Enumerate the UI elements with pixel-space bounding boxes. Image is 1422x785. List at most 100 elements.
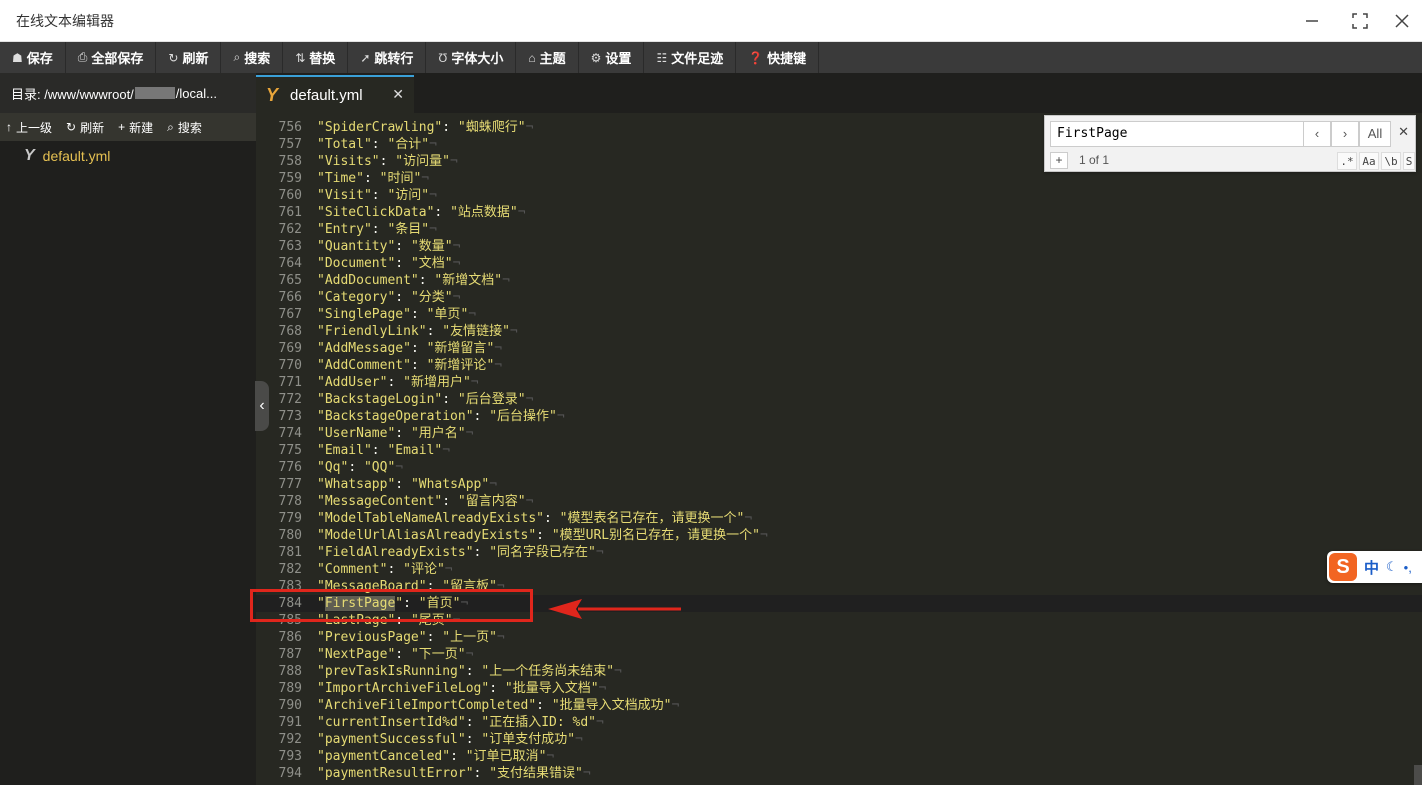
- code-line[interactable]: 781 "FieldAlreadyExists": "同名字段已存在"¬: [256, 544, 1422, 561]
- code-line[interactable]: 775 "Email": "Email"¬: [256, 442, 1422, 459]
- tab-close-icon[interactable]: ✕: [392, 86, 404, 103]
- search-close-icon[interactable]: ✕: [1398, 124, 1409, 140]
- code-line[interactable]: 773 "BackstageOperation": "后台操作"¬: [256, 408, 1422, 425]
- toolbar-button-0[interactable]: ☗ 保存: [0, 42, 66, 73]
- regex-toggle[interactable]: .*: [1337, 152, 1357, 170]
- toolbar-button-7[interactable]: ⌂ 主题: [516, 42, 579, 73]
- whole-word-toggle[interactable]: \b: [1381, 152, 1401, 170]
- code-editor[interactable]: 756 "SpiderCrawling": "蜘蛛爬行"¬ 757 "Total": …: [256, 113, 1422, 785]
- yaml-value: 订单已取消: [473, 749, 539, 764]
- search-icon: ⌕: [233, 50, 241, 64]
- toolbar-button-label: 搜索: [244, 51, 271, 66]
- line-number: 770: [278, 358, 302, 373]
- yaml-value: 模型表名已存在，请更换一个: [567, 511, 737, 526]
- line-code: "PreviousPage": "上一页"¬: [317, 630, 505, 645]
- code-line[interactable]: 794 "paymentResultError": "支付结果错误"¬: [256, 765, 1422, 782]
- toolbar-button-9[interactable]: ☷ 文件足迹: [644, 42, 737, 73]
- code-line[interactable]: 792 "paymentSuccessful": "订单支付成功"¬: [256, 731, 1422, 748]
- line-number: 762: [278, 222, 302, 237]
- toolbar-button-4[interactable]: ⇅ 替换: [283, 42, 349, 73]
- yaml-key: SpiderCrawling: [324, 120, 435, 135]
- code-line[interactable]: 769 "AddMessage": "新增留言"¬: [256, 340, 1422, 357]
- yaml-key: AddDocument: [324, 273, 411, 288]
- code-line[interactable]: 761 "SiteClickData": "站点数据"¬: [256, 204, 1422, 221]
- toggle-replace-button[interactable]: +: [1050, 152, 1068, 169]
- toolbar-button-3[interactable]: ⌕ 搜索: [221, 42, 284, 73]
- code-line[interactable]: 778 "MessageContent": "留言内容"¬: [256, 493, 1422, 510]
- code-line[interactable]: 770 "AddComment": "新增评论"¬: [256, 357, 1422, 374]
- code-line[interactable]: 767 "SinglePage": "单页"¬: [256, 306, 1422, 323]
- help-icon: ❓: [748, 50, 764, 65]
- find-next-button[interactable]: ›: [1331, 121, 1359, 147]
- toolbar-button-2[interactable]: ↻ 刷新: [156, 42, 222, 73]
- code-line[interactable]: 762 "Entry": "条目"¬: [256, 221, 1422, 238]
- ime-language: 中: [1364, 559, 1380, 577]
- search-input[interactable]: FirstPage: [1050, 121, 1304, 147]
- collapse-sidebar-icon[interactable]: ‹: [255, 381, 269, 431]
- toolbar-button-10[interactable]: ❓ 快捷键: [736, 42, 820, 73]
- case-sensitive-toggle[interactable]: Aa: [1359, 152, 1379, 170]
- toolbar-button-label: 保存: [26, 51, 53, 66]
- code-line[interactable]: 774 "UserName": "用户名"¬: [256, 425, 1422, 442]
- line-number: 790: [278, 698, 302, 713]
- minimize-icon[interactable]: [1298, 7, 1326, 35]
- line-code: "FieldAlreadyExists": "同名字段已存在"¬: [317, 545, 604, 560]
- tab-bar: Y default.yml ✕: [256, 73, 1422, 113]
- sidebar-action-0[interactable]: ↑ 上一级: [0, 119, 60, 136]
- yaml-key: Total: [324, 137, 364, 152]
- code-line[interactable]: 791 "currentInsertId%d": "正在插入ID: %d"¬: [256, 714, 1422, 731]
- code-line[interactable]: 787 "NextPage": "下一页"¬: [256, 646, 1422, 663]
- sidebar-action-1[interactable]: ↻ 刷新: [60, 119, 112, 136]
- code-line[interactable]: 789 "ImportArchiveFileLog": "批量导入文档"¬: [256, 680, 1422, 697]
- file-tree-item[interactable]: Y default.yml: [0, 141, 256, 171]
- code-line[interactable]: 786 "PreviousPage": "上一页"¬: [256, 629, 1422, 646]
- line-number: 760: [278, 188, 302, 203]
- code-line[interactable]: 772 "BackstageLogin": "后台登录"¬: [256, 391, 1422, 408]
- code-line[interactable]: 763 "Quantity": "数量"¬: [256, 238, 1422, 255]
- code-line[interactable]: 793 "paymentCanceled": "订单已取消"¬: [256, 748, 1422, 765]
- yaml-value: 正在插入ID: %d: [489, 715, 589, 730]
- line-code: "SpiderCrawling": "蜘蛛爬行"¬: [317, 120, 534, 135]
- yaml-file-icon: Y: [24, 147, 35, 164]
- code-line[interactable]: 780 "ModelUrlAliasAlreadyExists": "模型URL别…: [256, 527, 1422, 544]
- yaml-value: 访问量: [403, 154, 443, 169]
- find-previous-button[interactable]: ‹: [1303, 121, 1331, 147]
- up-icon: ↑: [6, 120, 12, 134]
- code-line[interactable]: 788 "prevTaskIsRunning": "上一个任务尚未结束"¬: [256, 663, 1422, 680]
- tab-default-yml[interactable]: Y default.yml ✕: [256, 75, 414, 113]
- ime-indicator[interactable]: S 中 ☾ •,: [1327, 551, 1422, 583]
- yaml-key: Time: [324, 171, 357, 186]
- code-line[interactable]: 764 "Document": "文档"¬: [256, 255, 1422, 272]
- line-number: 767: [278, 307, 302, 322]
- code-line[interactable]: 790 "ArchiveFileImportCompleted": "批量导入文档…: [256, 697, 1422, 714]
- code-line[interactable]: 768 "FriendlyLink": "友情链接"¬: [256, 323, 1422, 340]
- code-line[interactable]: 759 "Time": "时间"¬: [256, 170, 1422, 187]
- yaml-value: 批量导入文档: [512, 681, 591, 696]
- code-line[interactable]: 760 "Visit": "访问"¬: [256, 187, 1422, 204]
- code-line[interactable]: 779 "ModelTableNameAlreadyExists": "模型表名已…: [256, 510, 1422, 527]
- toolbar-button-8[interactable]: ⚙ 设置: [579, 42, 645, 73]
- code-line[interactable]: 771 "AddUser": "新增用户"¬: [256, 374, 1422, 391]
- line-code: "currentInsertId%d": "正在插入ID: %d"¬: [317, 715, 604, 730]
- line-number: 761: [278, 205, 302, 220]
- search-selection-toggle[interactable]: S: [1403, 152, 1415, 170]
- code-line[interactable]: 777 "Whatsapp": "WhatsApp"¬: [256, 476, 1422, 493]
- find-all-button[interactable]: All: [1359, 121, 1391, 147]
- yaml-value: 合计: [395, 137, 422, 152]
- maximize-icon[interactable]: [1346, 7, 1374, 35]
- toolbar-button-1[interactable]: ⎙ 全部保存: [66, 42, 157, 73]
- toolbar-button-6[interactable]: Ʊ 字体大小: [426, 42, 517, 73]
- code-line[interactable]: 766 "Category": "分类"¬: [256, 289, 1422, 306]
- sidebar-action-3[interactable]: ⌕ 搜索: [161, 119, 210, 136]
- close-icon[interactable]: [1388, 7, 1416, 35]
- sidebar-action-2[interactable]: + 新建: [112, 119, 161, 136]
- code-line[interactable]: 776 "Qq": "QQ"¬: [256, 459, 1422, 476]
- line-code: "ModelTableNameAlreadyExists": "模型表名已存在，…: [317, 511, 753, 526]
- code-line[interactable]: 765 "AddDocument": "新增文档"¬: [256, 272, 1422, 289]
- goto-line-icon: ➚: [360, 50, 371, 65]
- sidebar: 目录: /www/wwwroot//local... ↑ 上一级 ↻ 刷新 + 新建 ⌕ 搜索…: [0, 73, 256, 785]
- yaml-key: Qq: [324, 460, 341, 475]
- toolbar-button-5[interactable]: ➚ 跳转行: [348, 42, 427, 73]
- code-line[interactable]: 782 "Comment": "评论"¬: [256, 561, 1422, 578]
- yaml-value: Email: [395, 443, 435, 458]
